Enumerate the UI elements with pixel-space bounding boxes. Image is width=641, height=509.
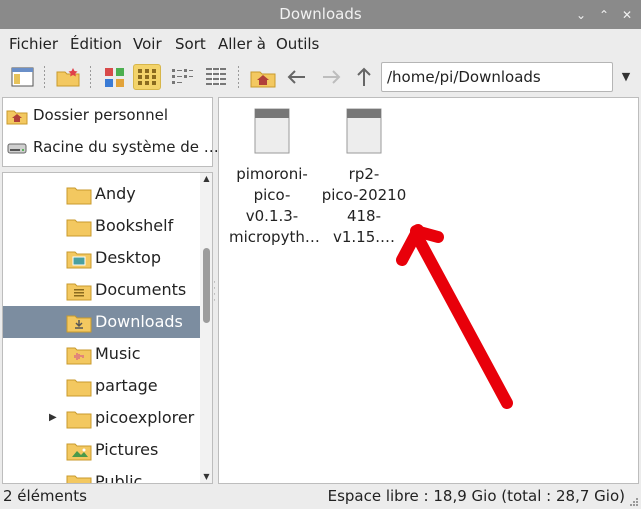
place-label: Dossier personnel [33,106,169,124]
documents-folder-icon [66,283,92,301]
address-bar-input[interactable]: /home/pi/Downloads [381,62,613,92]
file-icon [346,108,382,154]
places-pane: Dossier personnel Racine du système de … [2,97,219,167]
tree-item-label: Pictures [95,440,159,459]
scrollbar-thumb[interactable] [203,248,210,323]
file-icon [254,108,290,154]
music-folder-icon [66,347,92,365]
tree-item-bookshelf[interactable]: Bookshelf [3,210,200,242]
thumbnail-view-icon [105,68,124,87]
home-folder-icon [250,71,276,88]
folder-icon [66,379,92,397]
status-bar: 2 éléments Espace libre : 18,9 Gio (tota… [0,484,641,509]
pane-resize-handle[interactable]: · · · · [212,279,217,306]
tree-item-partage[interactable]: partage [3,370,200,402]
tree-item-label: partage [95,376,158,395]
file-name-line: micropyth… [229,228,320,246]
new-folder-icon [56,68,80,87]
menu-aller-a[interactable]: Aller à [218,33,266,55]
menu-bar: Fichier Édition Voir Sort Aller à Outils [0,29,641,57]
menu-voir[interactable]: Voir [133,33,162,55]
list-view-icon [206,68,226,85]
tree-item-picoexplorer[interactable]: ▶ picoexplorer [3,402,200,434]
forward-button[interactable] [317,64,345,90]
minimize-icon[interactable]: ⌄ [572,6,590,24]
view-icons-button[interactable] [133,64,161,90]
resize-grip-icon[interactable] [629,497,639,507]
tree-item-label: Music [95,344,141,363]
tree-item-public[interactable]: Public [3,466,200,484]
tree-item-label: Documents [95,280,187,299]
tree-item-pictures[interactable]: Pictures [3,434,200,466]
folder-icon [66,475,92,483]
file-name-line: pico-20210 [321,186,407,204]
place-label: Racine du système de … [33,138,219,156]
pictures-folder-icon [66,443,92,461]
toolbar-separator [238,66,239,88]
place-home[interactable]: Dossier personnel [6,103,168,127]
file-name-line: pimoroni- [236,165,308,183]
up-button[interactable] [350,64,378,90]
desktop-folder-icon [66,251,92,269]
tree-item-label: Andy [95,184,136,203]
folder-icon [66,411,92,429]
compact-view-icon [172,69,193,84]
tree-item-documents[interactable]: Documents [3,274,200,306]
tree-item-andy[interactable]: Andy [3,178,200,210]
file-item[interactable]: pimoroni- pico-v0.1.3- micropyth… [229,104,320,248]
maximize-icon[interactable]: ⌃ [595,6,613,24]
toolbar-separator [90,66,91,88]
back-arrow-icon [287,70,305,84]
directory-tree: Andy Bookshelf Desktop Documents Downloa… [2,172,213,484]
free-space: Espace libre : 18,9 Gio (total : 28,7 Gi… [327,487,625,505]
tree-item-music[interactable]: Music [3,338,200,370]
icon-view-icon [138,69,156,85]
menu-fichier[interactable]: Fichier [9,33,58,55]
view-compact-button[interactable] [168,64,196,90]
view-list-button[interactable] [202,64,230,90]
annotation-arrow-icon [396,224,513,409]
title-bar: Downloads ⌄ ⌃ ✕ [0,0,641,29]
forward-arrow-icon [323,70,341,84]
tree-item-label: Bookshelf [95,216,174,235]
new-window-icon [11,67,34,87]
expand-arrow-icon[interactable]: ▶ [49,402,59,434]
item-count: 2 éléments [3,487,87,505]
tree-item-label: Downloads [95,312,183,331]
file-name-line: rp2- [348,165,380,183]
tree-item-desktop[interactable]: Desktop [3,242,200,274]
window-title: Downloads [279,5,362,23]
up-arrow-icon [357,67,371,86]
back-button[interactable] [283,64,311,90]
new-window-button[interactable] [9,64,37,90]
address-dropdown-icon[interactable]: ▼ [615,62,637,92]
tree-item-downloads[interactable]: Downloads [3,306,200,338]
drive-icon [7,143,27,153]
new-folder-button[interactable] [54,64,82,90]
home-icon [6,110,28,124]
menu-edition[interactable]: Édition [70,33,122,55]
close-icon[interactable]: ✕ [618,6,636,24]
folder-icon [66,187,92,205]
home-button[interactable] [249,64,277,90]
scroll-down-icon[interactable]: ▼ [200,471,212,483]
downloads-folder-icon [66,315,92,333]
menu-outils[interactable]: Outils [276,33,319,55]
tree-item-label: picoexplorer [95,408,195,427]
view-thumbnails-button[interactable] [101,64,129,90]
tree-item-label: Public [95,472,143,484]
menu-sort[interactable]: Sort [175,33,206,55]
toolbar-separator [44,66,45,88]
tree-scrollbar[interactable]: ▲ ▼ [200,173,212,483]
folder-icon [66,219,92,237]
tree-item-label: Desktop [95,248,161,267]
file-name-line: pico-v0.1.3- [245,186,299,225]
scroll-up-icon[interactable]: ▲ [200,173,212,185]
place-root[interactable]: Racine du système de … [6,135,219,159]
